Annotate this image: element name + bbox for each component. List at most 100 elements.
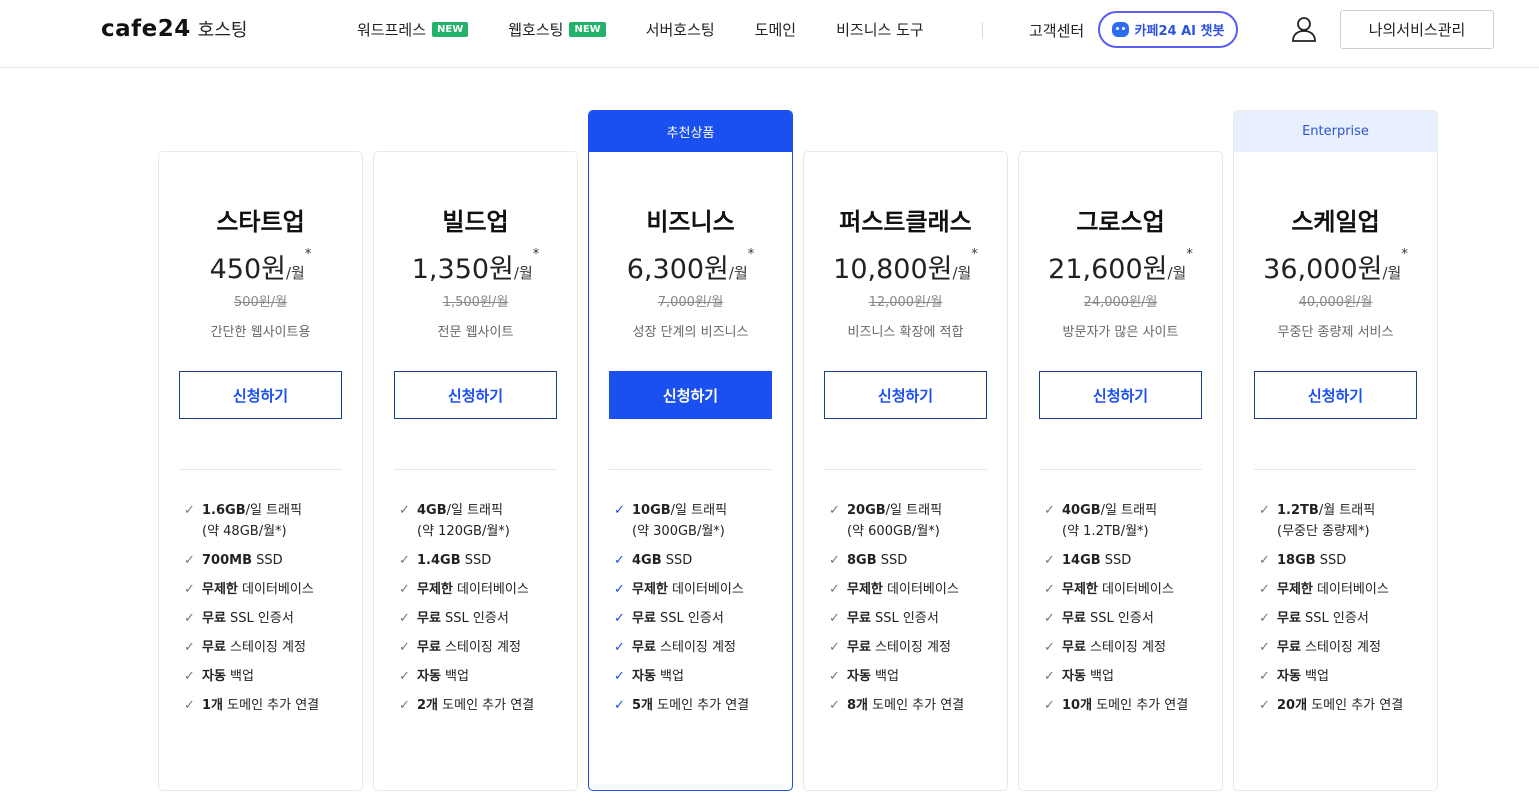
feature-item: ✓ 자동 백업: [184, 666, 319, 687]
feature-text: 18GB SSD: [1277, 550, 1346, 571]
price-amount: 1,350원: [411, 254, 514, 285]
apply-button[interactable]: 신청하기: [1254, 371, 1417, 419]
feature-rest: 도메인 추가 연결: [223, 698, 320, 713]
feature-rest: 도메인 추가 연결: [1307, 698, 1404, 713]
feature-item: (약 1.2TB/월*): [1044, 521, 1188, 542]
feature-rest: SSL 인증서: [1085, 611, 1154, 626]
feature-item: ✓ 무료 SSL 인증서: [399, 608, 534, 629]
check-icon: ✓: [1259, 698, 1270, 713]
price-footnote-mark: *: [747, 247, 755, 262]
price-period: /월: [286, 264, 305, 282]
feature-item: ✓ 자동 백업: [829, 666, 964, 687]
feature-item: ✓ 무료 SSL 인증서: [829, 608, 964, 629]
feature-list: ✓ 1.2TB/월 트래픽 (무중단 종량제*) ✓ 18GB SSD ✓ 무제…: [1259, 500, 1403, 724]
feature-item: ✓ 자동 백업: [1044, 666, 1188, 687]
feature-item: ✓ 무제한 데이터베이스: [184, 579, 319, 600]
feature-text: 무료 SSL 인증서: [1277, 608, 1369, 629]
plan-price: 21,600원/월 *: [1019, 247, 1222, 286]
feature-item: ✓ 무료 스테이징 계정: [184, 637, 319, 658]
feature-rest: 데이터베이스: [1097, 582, 1174, 597]
divider: [179, 469, 342, 470]
feature-rest: (약 48GB/월*): [202, 524, 287, 539]
feature-item: ✓ 2개 도메인 추가 연결: [399, 695, 534, 716]
my-service-button[interactable]: 나의서비스관리: [1340, 10, 1494, 49]
feature-text: 1.6GB/일 트래픽: [202, 500, 302, 521]
feature-rest: (약 300GB/월*): [632, 524, 725, 539]
feature-rest: SSD: [1315, 553, 1347, 568]
nav-label: 도메인: [754, 21, 797, 39]
plan-description: 성장 단계의 비즈니스: [632, 325, 749, 340]
apply-button[interactable]: 신청하기: [394, 371, 557, 419]
feature-rest: 도메인 추가 연결: [438, 698, 535, 713]
check-icon: ✓: [829, 698, 840, 713]
feature-highlight: 20개: [1277, 698, 1308, 713]
feature-text: 자동 백업: [202, 666, 254, 687]
check-icon: ✓: [1044, 669, 1055, 684]
check-icon: ✓: [184, 503, 195, 518]
feature-item: ✓ 무료 스테이징 계정: [614, 637, 749, 658]
feature-item: ✓ 무료 스테이징 계정: [399, 637, 534, 658]
nav-item-webhosting[interactable]: 웹호스팅 NEW: [508, 19, 606, 40]
check-icon: ✓: [399, 640, 410, 655]
feature-text: 무제한 데이터베이스: [1062, 579, 1174, 600]
feature-item: ✓ 8개 도메인 추가 연결: [829, 695, 964, 716]
divider: [609, 469, 772, 470]
feature-text: (약 120GB/월*): [417, 521, 510, 542]
feature-rest: SSL 인증서: [225, 611, 294, 626]
check-icon: ✓: [1259, 553, 1270, 568]
feature-highlight: 700MB: [202, 553, 252, 568]
feature-text: 자동 백업: [1277, 666, 1329, 687]
feature-highlight: 무료: [847, 640, 871, 655]
apply-button[interactable]: 신청하기: [609, 371, 772, 419]
feature-highlight: 무제한: [202, 582, 238, 597]
check-icon: ✓: [1044, 582, 1055, 597]
check-icon: ✓: [1044, 698, 1055, 713]
check-icon: ✓: [184, 698, 195, 713]
plan-price: 6,300원/월 *: [589, 247, 792, 286]
feature-item: ✓ 무료 SSL 인증서: [1259, 608, 1403, 629]
feature-item: ✓ 1.4GB SSD: [399, 550, 534, 571]
check-icon: ✓: [1259, 582, 1270, 597]
price-period: /월: [952, 264, 972, 282]
nav-item-business-tools[interactable]: 비즈니스 도구: [836, 19, 924, 40]
feature-text: 자동 백업: [847, 666, 899, 687]
feature-highlight: 무료: [202, 611, 226, 626]
check-icon: ✓: [1259, 640, 1270, 655]
divider: [394, 469, 557, 470]
feature-text: (약 48GB/월*): [202, 521, 287, 542]
apply-button[interactable]: 신청하기: [1039, 371, 1202, 419]
check-icon: ✓: [614, 582, 625, 597]
apply-button[interactable]: 신청하기: [824, 371, 987, 419]
ai-chatbot-button[interactable]: 카페24 AI 챗봇: [1098, 11, 1238, 48]
check-icon: ✓: [829, 553, 840, 568]
feature-item: ✓ 무제한 데이터베이스: [399, 579, 534, 600]
feature-text: 무료 SSL 인증서: [417, 608, 509, 629]
feature-item: ✓ 1개 도메인 추가 연결: [184, 695, 319, 716]
feature-item: (약 600GB/월*): [829, 521, 964, 542]
support-link[interactable]: 고객센터: [1029, 20, 1084, 41]
user-icon[interactable]: [1291, 15, 1317, 43]
feature-rest: 백업: [440, 669, 469, 684]
feature-text: 무료 SSL 인증서: [202, 608, 294, 629]
price-period: /월: [728, 264, 748, 282]
feature-rest: (약 600GB/월*): [847, 524, 940, 539]
feature-text: 1.4GB SSD: [417, 550, 491, 571]
feature-highlight: 1개: [202, 698, 224, 713]
nav-item-domain[interactable]: 도메인: [755, 19, 796, 40]
feature-text: 무료 스테이징 계정: [847, 637, 951, 658]
feature-highlight: 8GB: [847, 553, 877, 568]
feature-item: ✓ 10GB/일 트래픽: [614, 500, 749, 521]
nav-label: 서버호스팅: [645, 21, 715, 39]
feature-highlight: 1.2TB: [1277, 503, 1319, 518]
feature-rest: 스테이징 계정: [870, 640, 951, 655]
apply-button[interactable]: 신청하기: [179, 371, 342, 419]
nav-item-server-hosting[interactable]: 서버호스팅: [646, 19, 715, 40]
plan-ribbon: Enterprise: [1234, 111, 1437, 152]
nav-item-wordpress[interactable]: 워드프레스 NEW: [357, 19, 469, 40]
price-period: /월: [1382, 264, 1402, 282]
feature-highlight: 4GB: [417, 503, 447, 518]
plan-description: 방문자가 많은 사이트: [1062, 325, 1179, 340]
price-amount: 450원: [209, 254, 286, 285]
logo[interactable]: cafe24 호스팅: [101, 16, 247, 42]
feature-rest: 백업: [870, 669, 899, 684]
